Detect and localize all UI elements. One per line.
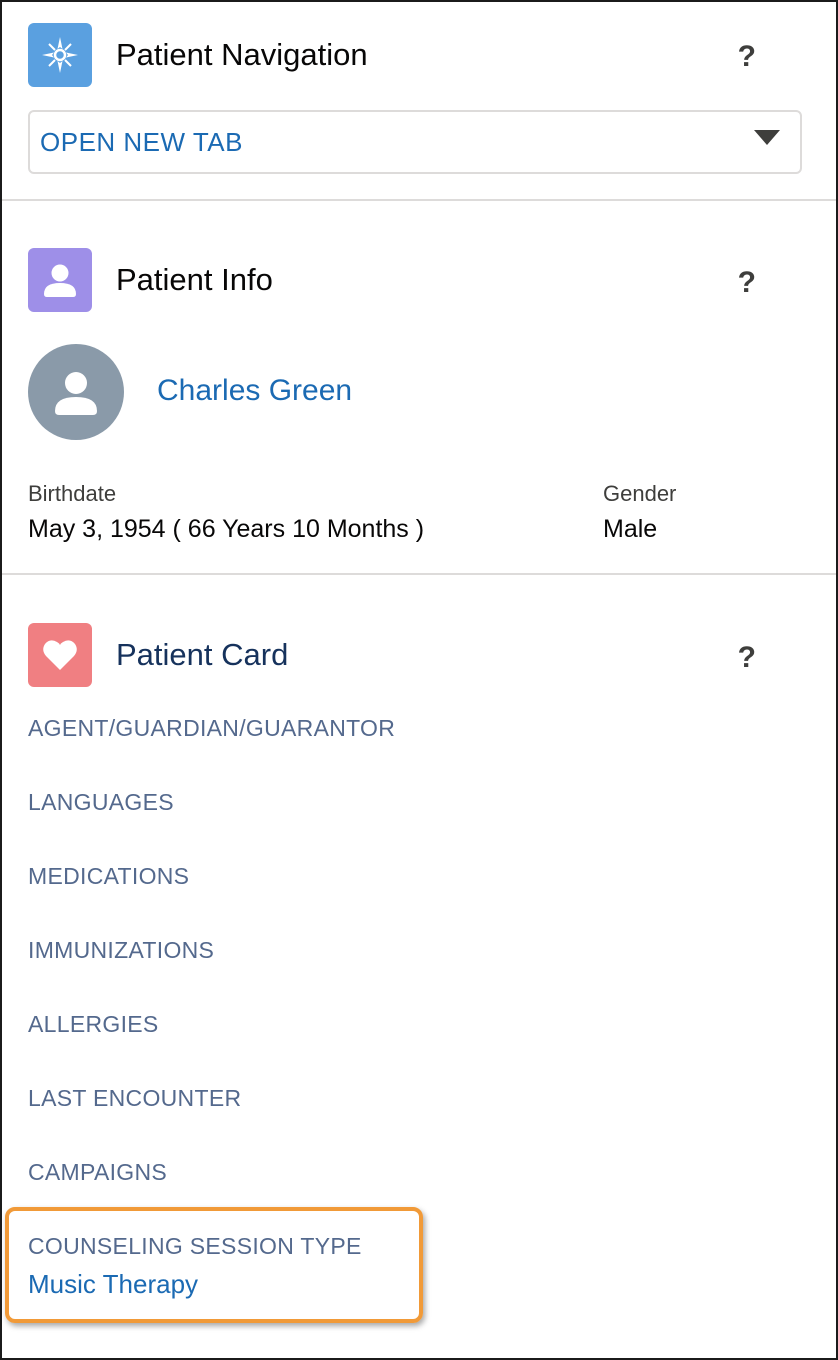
- counseling-session-value[interactable]: Music Therapy: [28, 1269, 198, 1300]
- patient-name-link[interactable]: Charles Green: [157, 374, 352, 408]
- card-item-campaigns[interactable]: CAMPAIGNS: [28, 1159, 167, 1186]
- birthdate-value: May 3, 1954 ( 66 Years 10 Months ): [28, 515, 425, 543]
- heart-icon: [28, 623, 92, 687]
- patient-info-help-icon[interactable]: ?: [738, 266, 756, 300]
- card-item-medications[interactable]: MEDICATIONS: [28, 863, 189, 890]
- avatar: [28, 344, 124, 440]
- patient-navigation-title: Patient Navigation: [116, 37, 368, 72]
- gender-label: Gender: [603, 481, 677, 506]
- patient-card-header: Patient Card: [28, 623, 288, 687]
- card-item-allergies[interactable]: ALLERGIES: [28, 1011, 159, 1038]
- card-item-immunizations[interactable]: IMMUNIZATIONS: [28, 937, 214, 964]
- gender-value: Male: [603, 515, 658, 543]
- patient-info-header: Patient Info: [28, 248, 273, 312]
- patient-info-title: Patient Info: [116, 262, 273, 297]
- compass-icon: [28, 23, 92, 87]
- open-new-tab-label: OPEN NEW TAB: [40, 126, 243, 157]
- counseling-highlight-box: [5, 1207, 423, 1323]
- open-new-tab-select[interactable]: OPEN NEW TAB: [28, 110, 802, 174]
- card-item-last-encounter[interactable]: LAST ENCOUNTER: [28, 1085, 241, 1112]
- chevron-down-icon[interactable]: [754, 130, 780, 145]
- patient-navigation-help-icon[interactable]: ?: [738, 40, 756, 74]
- card-item-agent-guardian-guarantor[interactable]: AGENT/GUARDIAN/GUARANTOR: [28, 715, 395, 742]
- birthdate-label: Birthdate: [28, 481, 117, 506]
- patient-sidebar: Patient Navigation ? OPEN NEW TAB Patien…: [0, 0, 838, 1360]
- card-item-languages[interactable]: LANGUAGES: [28, 789, 174, 816]
- card-item-counseling-session-type[interactable]: COUNSELING SESSION TYPE: [28, 1233, 362, 1260]
- patient-card-title: Patient Card: [116, 637, 289, 672]
- user-icon: [28, 248, 92, 312]
- patient-navigation-header: Patient Navigation: [28, 23, 368, 87]
- patient-navigation-card: Patient Navigation ? OPEN NEW TAB: [2, 2, 836, 201]
- patient-card-help-icon[interactable]: ?: [738, 641, 756, 675]
- patient-card: Patient Card ? AGENT/GUARDIAN/GUARANTOR …: [2, 575, 836, 1358]
